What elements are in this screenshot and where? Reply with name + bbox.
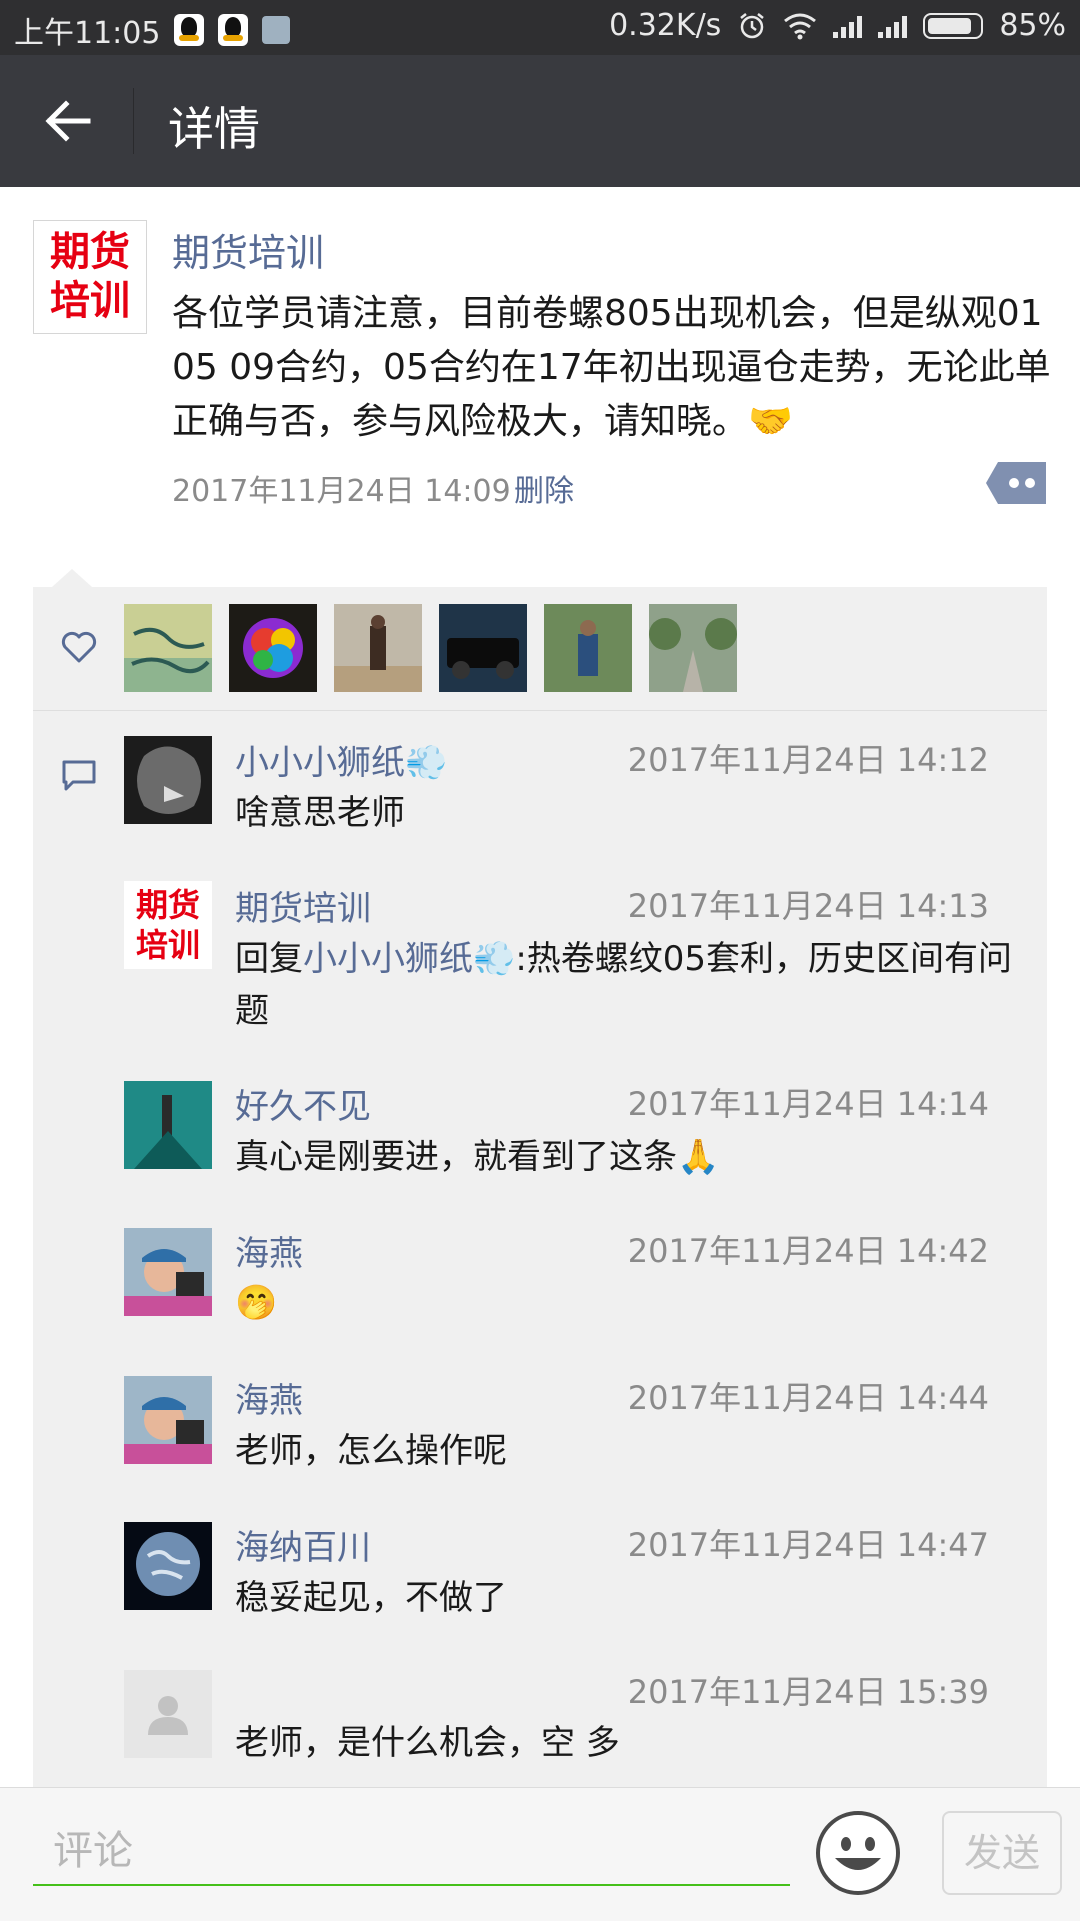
handshake-emoji: 🤝 xyxy=(748,401,793,442)
signal-icon xyxy=(833,14,863,38)
qq-icon xyxy=(218,14,249,46)
post-time: 2017年11月24日 14:09 xyxy=(172,474,511,509)
avatar-text-line: 期货 xyxy=(50,229,130,275)
comment-time: 2017年11月24日 14:14 xyxy=(627,1085,989,1123)
likes-row xyxy=(33,587,1047,711)
comment-time: 2017年11月24日 14:44 xyxy=(627,1379,989,1417)
wind-emoji: 💨 xyxy=(473,939,516,979)
comment-input-bar: 评论 发送 xyxy=(0,1787,1080,1921)
commenter-avatar[interactable] xyxy=(124,1522,212,1610)
wind-emoji: 💨 xyxy=(405,743,448,783)
commenter-avatar[interactable] xyxy=(124,1376,212,1464)
battery-icon xyxy=(923,12,984,39)
wifi-icon xyxy=(784,13,817,39)
avatar-text-line: 培训 xyxy=(50,278,130,324)
commenter-avatar[interactable] xyxy=(124,1081,212,1169)
comment-time: 2017年11月24日 14:47 xyxy=(627,1526,989,1564)
send-button[interactable]: 发送 xyxy=(942,1811,1062,1895)
message-icon xyxy=(262,16,291,44)
title-bar: 详情 xyxy=(0,55,1080,187)
comment-time: 2017年11月24日 14:12 xyxy=(627,741,989,779)
arrow-left-icon[interactable] xyxy=(40,93,96,149)
comment-text: 稳妥起见，不做了 xyxy=(235,1578,507,1618)
qq-icon xyxy=(174,14,205,46)
liker-avatar[interactable] xyxy=(334,604,422,692)
commenter-name[interactable]: 小小小狮纸💨 xyxy=(235,735,447,784)
commenter-name[interactable]: 期货培训 xyxy=(235,881,371,930)
comment-time: 2017年11月24日 15:39 xyxy=(627,1673,989,1711)
comment-icon xyxy=(62,760,96,791)
liker-avatar[interactable] xyxy=(649,604,737,692)
liker-avatar[interactable] xyxy=(439,604,527,692)
commenter-avatar[interactable] xyxy=(124,736,212,824)
avatar-text-line: 培训 xyxy=(135,926,200,964)
page-title: 详情 xyxy=(168,102,260,156)
status-time: 上午11:05 xyxy=(14,16,161,51)
commenter-name[interactable]: 好久不见 xyxy=(235,1079,371,1128)
alarm-icon xyxy=(740,12,765,38)
avatar-text-line: 期货 xyxy=(135,886,200,924)
commenter-name[interactable]: 海燕 xyxy=(235,1226,303,1275)
folded-hands-emoji: 🙏 xyxy=(677,1137,720,1177)
heart-icon xyxy=(61,631,97,663)
comment-time: 2017年11月24日 14:42 xyxy=(627,1232,989,1270)
likes-comments-panel: 小小小狮纸💨 2017年11月24日 14:12 啥意思老师 期货 培训 期货培… xyxy=(33,587,1047,1787)
smiley-icon[interactable] xyxy=(815,1810,901,1896)
liker-avatar[interactable] xyxy=(229,604,317,692)
post-author-avatar[interactable]: 期货 培训 xyxy=(33,220,147,334)
reply-target-name[interactable]: 小小小狮纸 xyxy=(303,939,473,979)
commenter-avatar[interactable]: 期货 培训 xyxy=(124,881,212,969)
comment-area-arrow xyxy=(52,569,92,587)
more-dots-icon[interactable] xyxy=(986,462,1046,504)
post-text: 各位学员请注意，目前卷螺805出现机会，但是纵观01 05 09合约，05合约在… xyxy=(172,293,1051,442)
comment-text: 老师，怎么操作呢 xyxy=(235,1431,507,1471)
comment-text: 老师，是什么机会，空 多 xyxy=(235,1723,620,1763)
commenter-name[interactable]: 海纳百川 xyxy=(235,1520,371,1569)
liker-avatar[interactable] xyxy=(544,604,632,692)
status-bar: 上午11:05 0.32K/s 85% xyxy=(0,0,1080,55)
comment-text: 🤭 xyxy=(235,1283,278,1323)
commenter-name[interactable]: 海燕 xyxy=(235,1373,303,1422)
comment-text: 啥意思老师 xyxy=(235,793,405,833)
title-divider xyxy=(133,88,134,154)
comment-text: 回复小小小狮纸💨:热卷螺纹05套利，历史区间有问题 xyxy=(235,939,1013,1031)
post-author-name[interactable]: 期货培训 xyxy=(172,222,324,277)
comment-time: 2017年11月24日 14:13 xyxy=(627,887,989,925)
commenter-avatar[interactable] xyxy=(124,1670,212,1758)
signal-icon xyxy=(878,14,908,38)
post-content: 各位学员请注意，目前卷螺805出现机会，但是纵观01 05 09合约，05合约在… xyxy=(172,287,1052,449)
battery-percent: 85% xyxy=(999,8,1066,43)
comment-text: 真心是刚要进，就看到了这条🙏 xyxy=(235,1137,720,1177)
network-speed: 0.32K/s xyxy=(609,8,722,43)
comment-input[interactable]: 评论 xyxy=(33,1816,790,1886)
delete-link[interactable]: 删除 xyxy=(514,466,574,510)
default-user-icon xyxy=(148,1696,188,1735)
liker-avatar[interactable] xyxy=(124,604,212,692)
commenter-avatar[interactable] xyxy=(124,1228,212,1316)
